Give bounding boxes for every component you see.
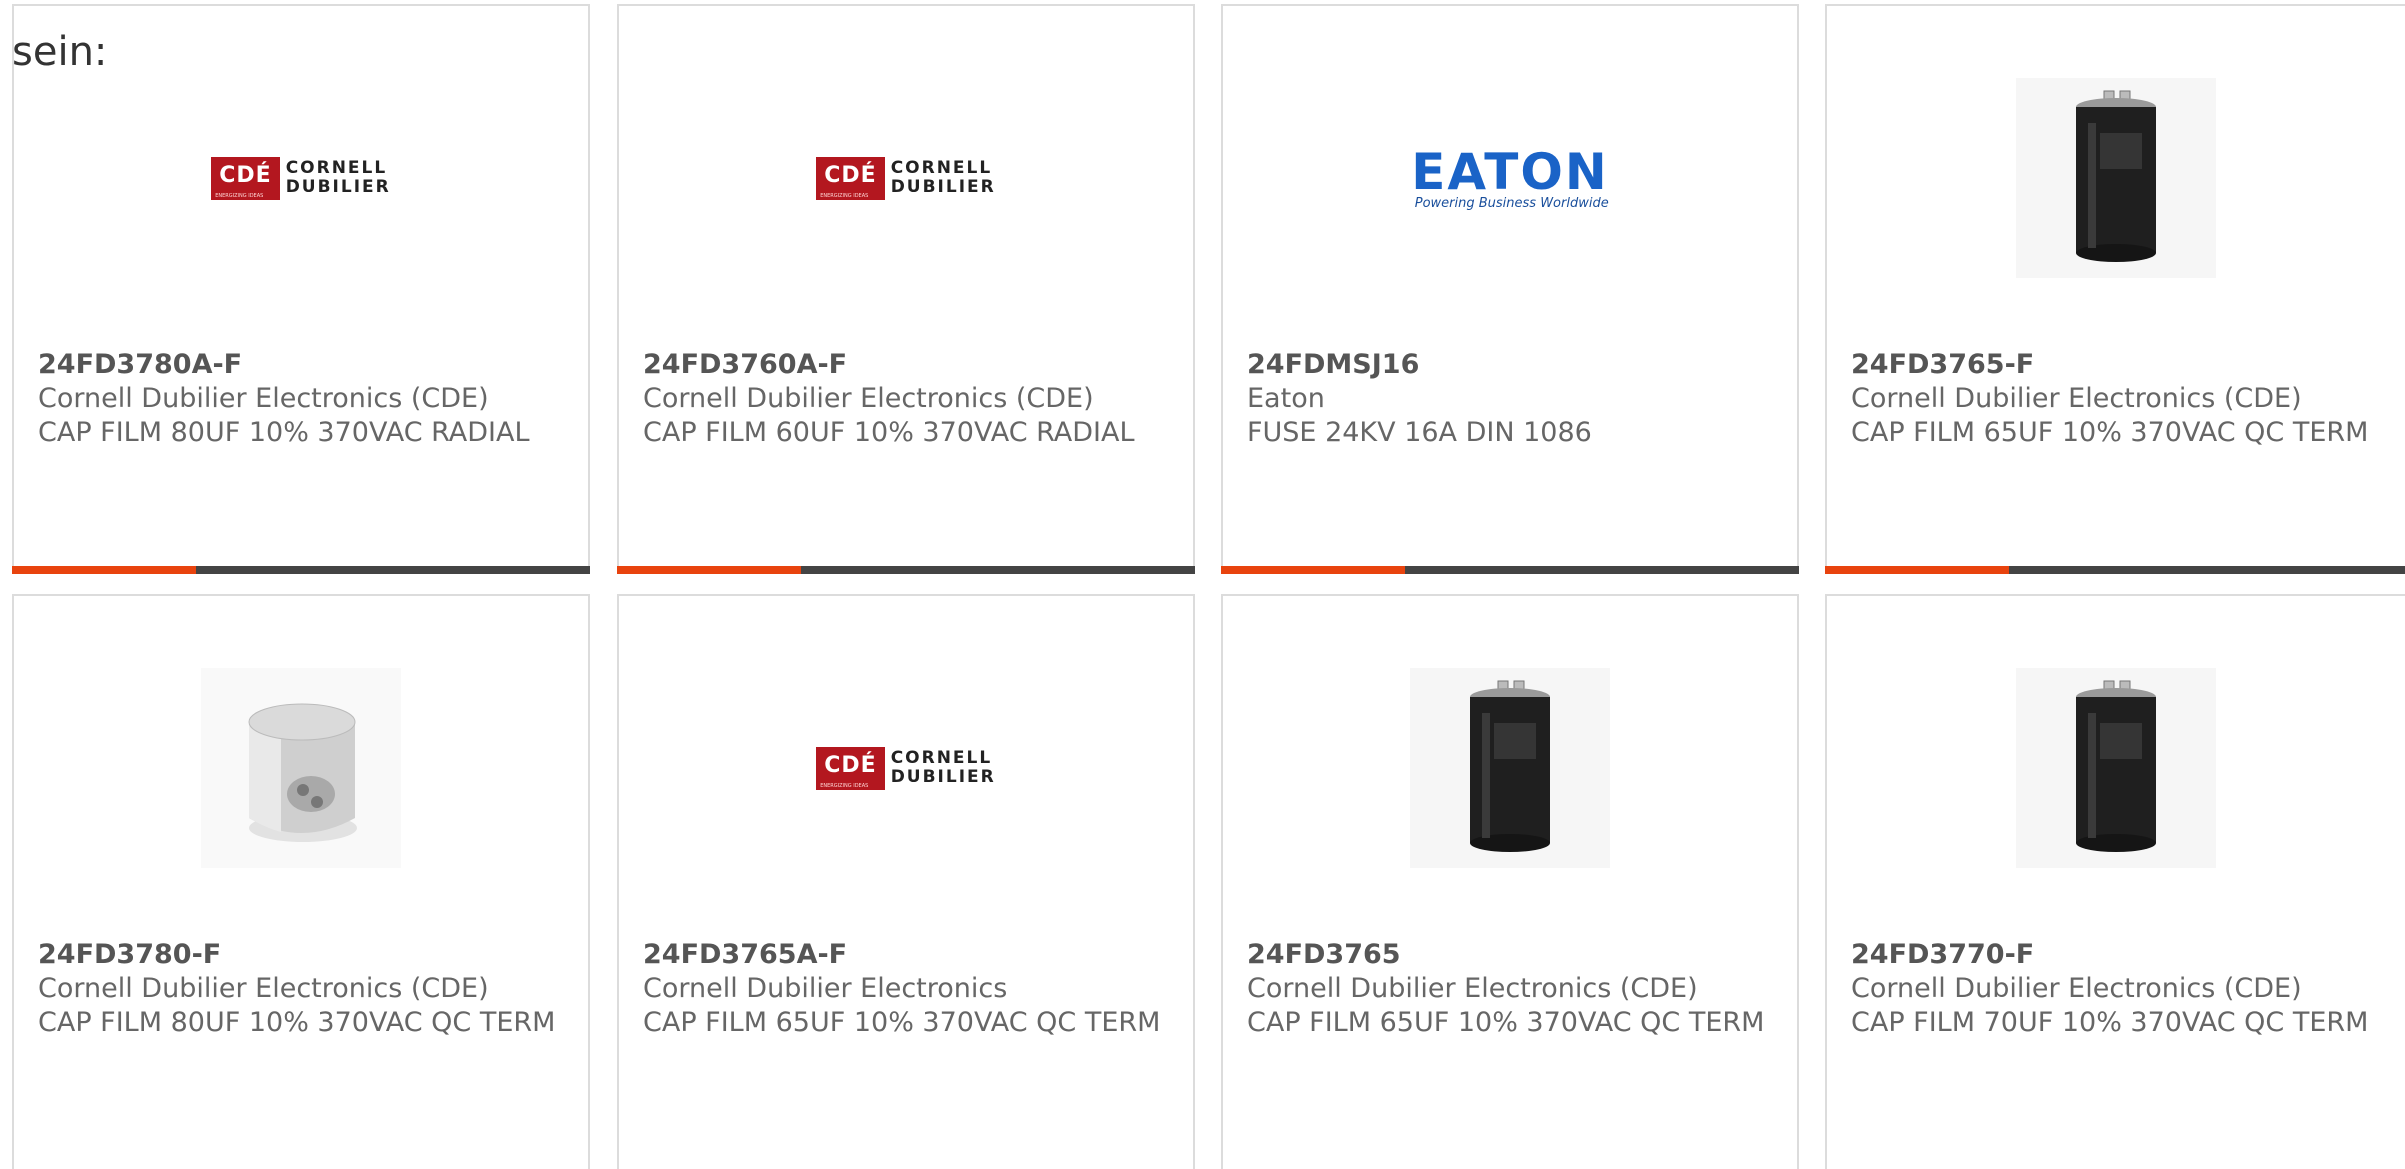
description: CAP FILM 80UF 10% 370VAC QC TERM <box>38 1007 556 1038</box>
silver-capacitor-image <box>201 668 401 868</box>
description: CAP FILM 65UF 10% 370VAC QC TERM <box>1247 1007 1765 1038</box>
product-card[interactable]: 24FD3765 Cornell Dubilier Electronics (C… <box>1221 594 1799 1169</box>
description: FUSE 24KV 16A DIN 1086 <box>1247 417 1592 448</box>
part-number[interactable]: 24FD3780A-F <box>38 348 568 382</box>
product-card[interactable]: CDÉ ENERGIZING IDEAS CORNELL DUBILIER 24FD… <box>617 4 1195 574</box>
black-capacitor-image <box>2016 78 2216 278</box>
cde-logo: CDÉ ENERGIZING IDEAS CORNELL DUBILIER <box>816 156 996 200</box>
card-bar-accent <box>12 566 196 574</box>
product-image-silver-capacitor[interactable] <box>199 666 403 870</box>
description: CAP FILM 65UF 10% 370VAC QC TERM <box>643 1007 1161 1038</box>
product-card[interactable]: 24FD3780-F Cornell Dubilier Electronics … <box>12 594 590 1169</box>
card-bar <box>1221 566 1799 574</box>
intro-text: sein: <box>12 29 108 75</box>
description: CAP FILM 60UF 10% 370VAC RADIAL <box>643 417 1135 448</box>
part-number[interactable]: 24FD3765 <box>1247 938 1777 972</box>
part-number[interactable]: 24FDMSJ16 <box>1247 348 1777 382</box>
cde-logo: CDÉ ENERGIZING IDEAS CORNELL DUBILIER <box>816 746 996 790</box>
part-number[interactable]: 24FD3770-F <box>1851 938 2395 972</box>
black-capacitor-image <box>2016 668 2216 868</box>
part-number[interactable]: 24FD3765-F <box>1851 348 2395 382</box>
card-bar-accent <box>1221 566 1405 574</box>
manufacturer: Cornell Dubilier Electronics (CDE) <box>38 973 489 1004</box>
description: CAP FILM 70UF 10% 370VAC QC TERM <box>1851 1007 2369 1038</box>
black-capacitor-image <box>1410 668 1610 868</box>
eaton-logo: EATON Powering Business Worldwide <box>1411 142 1609 211</box>
product-card[interactable]: CDÉ ENERGIZING IDEAS CORNELL DUBILIER 24FD… <box>617 594 1195 1169</box>
card-bar <box>12 566 590 574</box>
product-card[interactable]: 24FD3770-F Cornell Dubilier Electronics … <box>1825 594 2405 1169</box>
product-image-cde-logo[interactable]: CDÉ ENERGIZING IDEAS CORNELL DUBILIER <box>199 76 403 280</box>
product-card[interactable]: 24FD3765-F Cornell Dubilier Electronics … <box>1825 4 2405 574</box>
product-card[interactable]: CDÉ ENERGIZING IDEAS CORNELL DUBILIER 24FD… <box>12 4 590 574</box>
card-bar <box>617 566 1195 574</box>
product-image-black-capacitor[interactable] <box>2014 76 2218 280</box>
description: CAP FILM 65UF 10% 370VAC QC TERM <box>1851 417 2369 448</box>
part-number[interactable]: 24FD3780-F <box>38 938 568 972</box>
manufacturer: Cornell Dubilier Electronics (CDE) <box>1851 383 2302 414</box>
product-image-cde-logo[interactable]: CDÉ ENERGIZING IDEAS CORNELL DUBILIER <box>804 666 1008 870</box>
part-number[interactable]: 24FD3760A-F <box>643 348 1173 382</box>
product-image-cde-logo[interactable]: CDÉ ENERGIZING IDEAS CORNELL DUBILIER <box>804 76 1008 280</box>
manufacturer: Cornell Dubilier Electronics (CDE) <box>643 383 1094 414</box>
manufacturer: Cornell Dubilier Electronics (CDE) <box>38 383 489 414</box>
product-image-eaton-logo[interactable]: EATON Powering Business Worldwide <box>1408 76 1612 280</box>
cde-logo: CDÉ ENERGIZING IDEAS CORNELL DUBILIER <box>211 156 391 200</box>
manufacturer: Eaton <box>1247 383 1325 414</box>
card-bar-accent <box>1825 566 2009 574</box>
product-image-black-capacitor[interactable] <box>2014 666 2218 870</box>
manufacturer: Cornell Dubilier Electronics <box>643 973 1008 1004</box>
manufacturer: Cornell Dubilier Electronics (CDE) <box>1851 973 2302 1004</box>
product-card[interactable]: EATON Powering Business Worldwide 24FDMS… <box>1221 4 1799 574</box>
description: CAP FILM 80UF 10% 370VAC RADIAL <box>38 417 530 448</box>
card-bar <box>1825 566 2405 574</box>
product-image-black-capacitor[interactable] <box>1408 666 1612 870</box>
manufacturer: Cornell Dubilier Electronics (CDE) <box>1247 973 1698 1004</box>
product-grid: CDÉ ENERGIZING IDEAS CORNELL DUBILIER 24FD… <box>12 4 2405 1169</box>
part-number[interactable]: 24FD3765A-F <box>643 938 1173 972</box>
card-bar-accent <box>617 566 801 574</box>
